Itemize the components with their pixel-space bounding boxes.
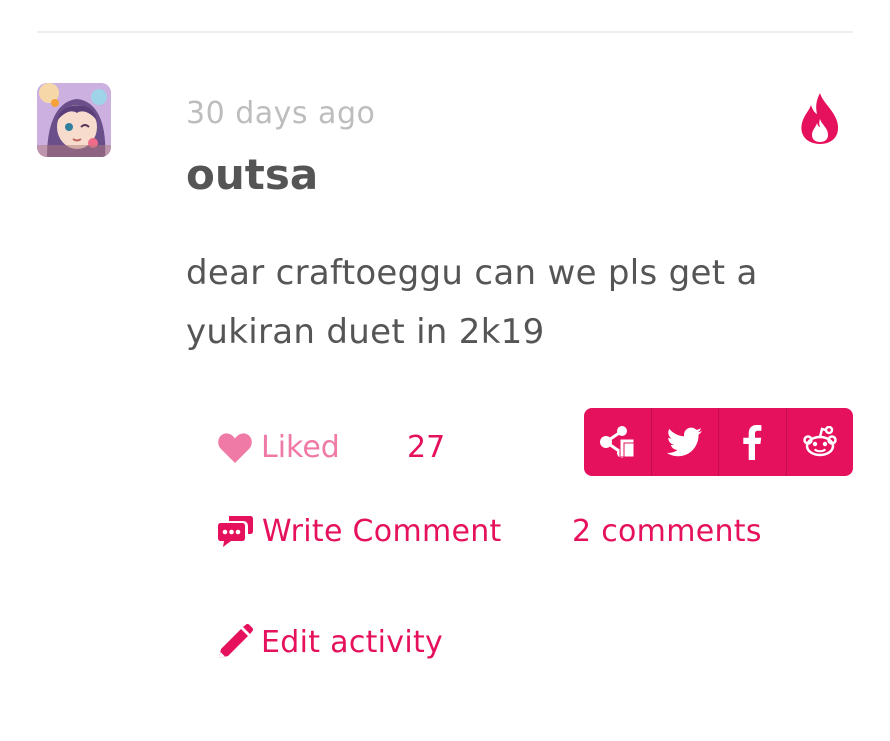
twitter-icon [666,427,702,457]
fire-icon [799,91,841,146]
liked-button[interactable]: Liked [217,430,340,465]
write-comment-button[interactable]: Write Comment [217,514,502,549]
twitter-share-button[interactable] [652,408,719,476]
timestamp: 30 days ago [186,96,376,131]
like-count[interactable]: 27 [407,430,445,465]
comment-icon [218,516,253,547]
username[interactable]: outsa [186,150,318,199]
avatar-image [37,83,111,157]
reddit-share-button[interactable] [787,408,854,476]
heart-icon [218,432,252,463]
pencil-icon [219,624,253,658]
share-button[interactable] [584,408,652,476]
top-divider [37,31,853,33]
share-icon [600,426,635,458]
facebook-share-button[interactable] [719,408,787,476]
reddit-icon [803,426,837,457]
write-comment-label: Write Comment [262,514,502,549]
edit-activity-label: Edit activity [261,624,444,660]
activity-page: 30 days ago outsa dear craftoeggu can we… [0,0,890,741]
share-bar [584,408,853,476]
liked-label: Liked [261,430,340,465]
facebook-icon [743,425,762,460]
activity-message: dear craftoeggu can we pls get a yukiran… [186,253,758,352]
edit-activity-button[interactable]: Edit activity [217,624,443,660]
user-avatar[interactable] [37,83,111,157]
comment-count-link[interactable]: 2 comments [572,514,762,549]
